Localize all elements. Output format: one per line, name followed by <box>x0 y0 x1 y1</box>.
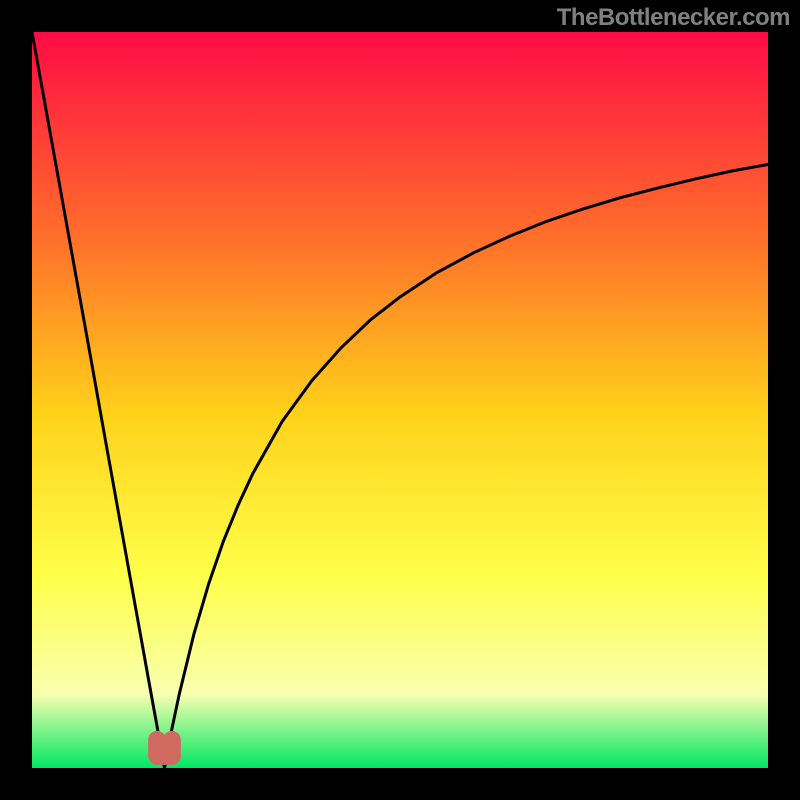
chart-plot-area <box>32 32 768 768</box>
highlight-blob <box>157 740 172 756</box>
bottleneck-chart <box>32 32 768 768</box>
chart-frame: TheBottlenecker.com <box>0 0 800 800</box>
watermark-label: TheBottlenecker.com <box>557 4 790 32</box>
gradient-background <box>32 32 768 768</box>
